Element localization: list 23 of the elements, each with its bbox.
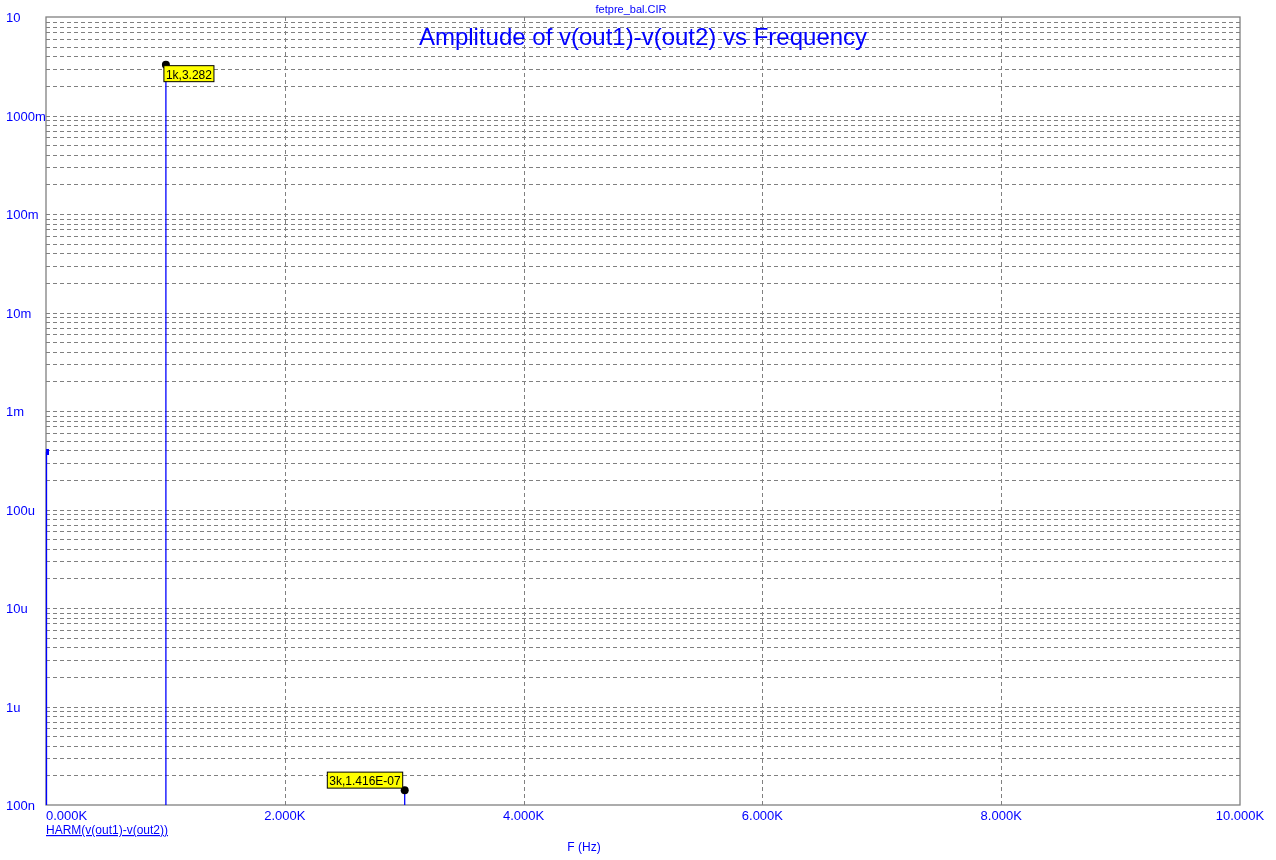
chart-title: Amplitude of v(out1)-v(out2) vs Frequency xyxy=(418,23,868,50)
x-tick-label: 0.000K xyxy=(46,808,88,823)
y-tick-label: 1000m xyxy=(6,109,46,124)
cursor-dot-icon xyxy=(400,786,409,795)
y-tick-label: 10 xyxy=(6,10,21,25)
x-tick-label: 4.000K xyxy=(503,808,545,823)
y-tick-label: 10u xyxy=(6,601,28,616)
point-marker xyxy=(46,449,49,455)
y-tick-label: 1u xyxy=(6,700,21,715)
y-tick-label: 1m xyxy=(6,404,25,419)
y-tick-label: 10m xyxy=(6,306,32,321)
x-tick-label: 8.000K xyxy=(980,808,1022,823)
axis-title: F (Hz) xyxy=(567,840,601,854)
y-tick-label: 100u xyxy=(6,503,35,518)
cursor-readout: 1k,3.282 xyxy=(163,65,215,83)
x-tick-label: 6.000K xyxy=(741,808,783,823)
y-tick-label: 100m xyxy=(6,207,39,222)
x-tick-label: 10.000K xyxy=(1215,808,1265,823)
y-tick-label: 100n xyxy=(6,798,35,813)
x-tick-label: 2.000K xyxy=(264,808,306,823)
cursor-readout: 3k,1.416E-07 xyxy=(326,771,404,789)
trace-label[interactable]: HARM(v(out1)-v(out2)) xyxy=(46,823,168,837)
file-name: fetpre_bal.CIR xyxy=(595,3,667,15)
